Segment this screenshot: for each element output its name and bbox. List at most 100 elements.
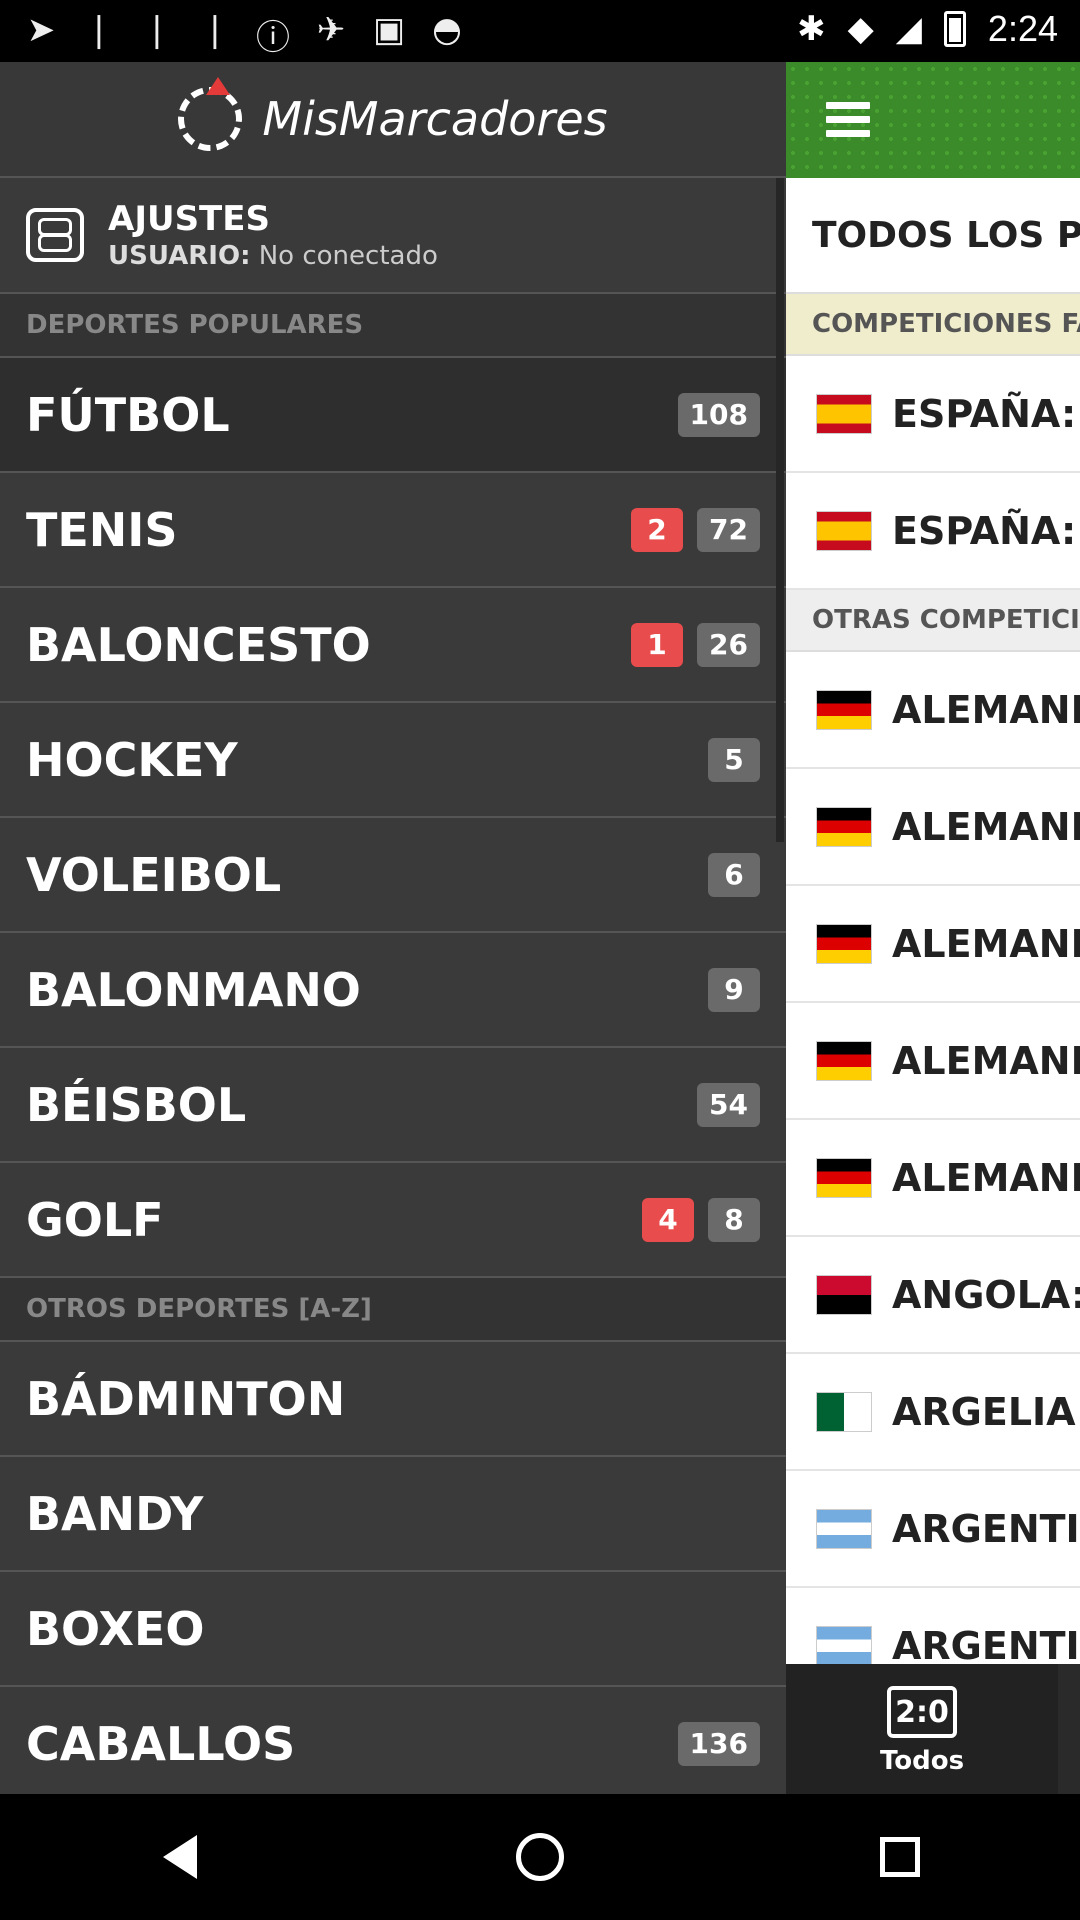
event-count-badge: 5	[708, 737, 760, 782]
recents-button[interactable]	[870, 1827, 930, 1887]
event-count-badge: 54	[697, 1082, 760, 1127]
event-count-badge: 8	[708, 1197, 760, 1242]
competition-row[interactable]: ALEMANIA	[786, 769, 1080, 886]
main-topbar	[786, 62, 1080, 178]
settings-user: USUARIO: No conectado	[108, 241, 438, 271]
section-popular-sports: DEPORTES POPULARES	[0, 294, 786, 358]
sport-item[interactable]: TENIS 2 72	[0, 473, 786, 588]
sport-label: BOXEO	[26, 1601, 205, 1656]
sport-item[interactable]: BALONMANO 9	[0, 933, 786, 1048]
settings-title: AJUSTES	[108, 199, 270, 239]
sport-label: BÁDMINTON	[26, 1371, 346, 1426]
sport-item[interactable]: BANDY	[0, 1457, 786, 1572]
flag-icon	[816, 806, 872, 847]
main-content: TODOS LOS PA COMPETICIONES FA ESPAÑA: L E…	[786, 62, 1080, 1794]
flag-icon	[816, 923, 872, 964]
menu-icon[interactable]	[826, 102, 870, 138]
system-navigation-bar	[0, 1794, 1080, 1920]
sport-label: BANDY	[26, 1486, 204, 1541]
competition-row[interactable]: ALEMANIA	[786, 1120, 1080, 1237]
competition-row[interactable]: ANGOLA: (	[786, 1237, 1080, 1354]
sport-item[interactable]: HOCKEY 5	[0, 703, 786, 818]
tab-todos[interactable]: 2:0 Todos	[786, 1664, 1058, 1794]
pin-icon: ❘	[200, 10, 230, 50]
flag-icon	[816, 1157, 872, 1198]
flag-icon	[816, 1040, 872, 1081]
sport-label: HOCKEY	[26, 732, 238, 787]
user-label: USUARIO:	[108, 241, 251, 271]
home-icon	[516, 1833, 564, 1881]
sport-label: GOLF	[26, 1192, 164, 1247]
flag-icon	[816, 689, 872, 730]
section-favorites: COMPETICIONES FA	[786, 294, 1080, 356]
competition-row[interactable]: ARGELIA:	[786, 1354, 1080, 1471]
competition-name: ESPAÑA: L	[892, 508, 1080, 553]
wifi-icon: ◆	[847, 9, 874, 49]
sport-item[interactable]: FÚTBOL 108	[0, 358, 786, 473]
event-count-badge: 108	[677, 392, 760, 437]
send-icon: ➤	[26, 10, 56, 50]
sport-item[interactable]: GOLF 4 8	[0, 1163, 786, 1278]
competition-name: ARGENTIN	[892, 1623, 1080, 1668]
flag-icon	[816, 1391, 872, 1432]
sport-item[interactable]: BALONCESTO 1 26	[0, 588, 786, 703]
competition-row[interactable]: ESPAÑA: L	[786, 356, 1080, 473]
info-icon: ⓘ	[256, 18, 290, 58]
sport-item[interactable]: BOXEO	[0, 1572, 786, 1687]
sport-item[interactable]: CABALLOS 136	[0, 1687, 786, 1794]
drawer-scrollbar[interactable]	[776, 178, 784, 842]
competition-row[interactable]: ARGENTIN	[786, 1471, 1080, 1588]
sport-item[interactable]: VOLEIBOL 6	[0, 818, 786, 933]
back-icon	[163, 1835, 197, 1879]
competition-row[interactable]: ALEMANIA	[786, 652, 1080, 769]
competition-name: ALEMANIA	[892, 804, 1080, 849]
competition-row[interactable]: ALEMANIA	[786, 886, 1080, 1003]
section-other-sports: OTROS DEPORTES [A-Z]	[0, 1278, 786, 1342]
sport-label: VOLEIBOL	[26, 847, 282, 902]
sport-label: BALONCESTO	[26, 617, 371, 672]
settings-icon	[26, 208, 84, 262]
competition-row[interactable]: ESPAÑA: L	[786, 473, 1080, 590]
competition-name: ALEMANIA	[892, 1038, 1080, 1083]
status-bar: ➤ ❘ ❘ ❘ ⓘ ✈ ▣ ◓ ✱ ◆ ◢ 2:24	[0, 0, 1080, 62]
live-count-badge: 4	[642, 1197, 694, 1242]
tab-bar-rest	[1058, 1664, 1080, 1794]
event-count-badge: 72	[697, 507, 760, 552]
status-time: 2:24	[987, 8, 1058, 49]
competition-name: ALEMANIA	[892, 687, 1080, 732]
competition-name: ARGELIA:	[892, 1389, 1080, 1434]
home-button[interactable]	[510, 1827, 570, 1887]
tab-todos-label: Todos	[879, 1746, 965, 1776]
battery-icon	[943, 11, 966, 47]
sport-label: BALONMANO	[26, 962, 361, 1017]
sport-label: FÚTBOL	[26, 387, 230, 442]
live-count-badge: 2	[631, 507, 684, 552]
logo-text: MisMarcadores	[262, 92, 608, 146]
lock-icon: ▣	[372, 10, 406, 50]
section-other-competitions: OTRAS COMPETICIO	[786, 590, 1080, 652]
pin-icon: ❘	[84, 10, 114, 50]
competition-name: ARGENTIN	[892, 1506, 1080, 1551]
event-count-badge: 136	[677, 1721, 760, 1766]
competition-name: ALEMANIA	[892, 921, 1080, 966]
competition-name: ANGOLA: (	[892, 1272, 1080, 1317]
user-value: No conectado	[258, 241, 438, 271]
sport-item[interactable]: BÁDMINTON	[0, 1342, 786, 1457]
app-logo: MisMarcadores	[0, 62, 786, 178]
back-button[interactable]	[150, 1827, 210, 1887]
bluetooth-icon: ✱	[797, 9, 826, 49]
navigation-drawer: MisMarcadores AJUSTES USUARIO: No conect…	[0, 62, 786, 1794]
sport-label: CABALLOS	[26, 1716, 296, 1771]
sport-item[interactable]: BÉISBOL 54	[0, 1048, 786, 1163]
android-icon: ◓	[432, 10, 462, 50]
competition-name: ALEMANIA	[892, 1155, 1080, 1200]
flag-icon	[816, 1625, 872, 1666]
live-count-badge: 1	[631, 622, 684, 667]
competition-row[interactable]: ALEMANIA	[786, 1003, 1080, 1120]
scoreboard-icon: 2:0	[887, 1686, 957, 1738]
notification-icons: ➤ ❘ ❘ ❘ ⓘ ✈ ▣ ◓	[22, 10, 466, 59]
signal-icon: ◢	[895, 9, 922, 49]
flag-icon	[816, 1274, 872, 1315]
event-count-badge: 9	[708, 967, 760, 1012]
settings-item[interactable]: AJUSTES USUARIO: No conectado	[0, 178, 786, 294]
